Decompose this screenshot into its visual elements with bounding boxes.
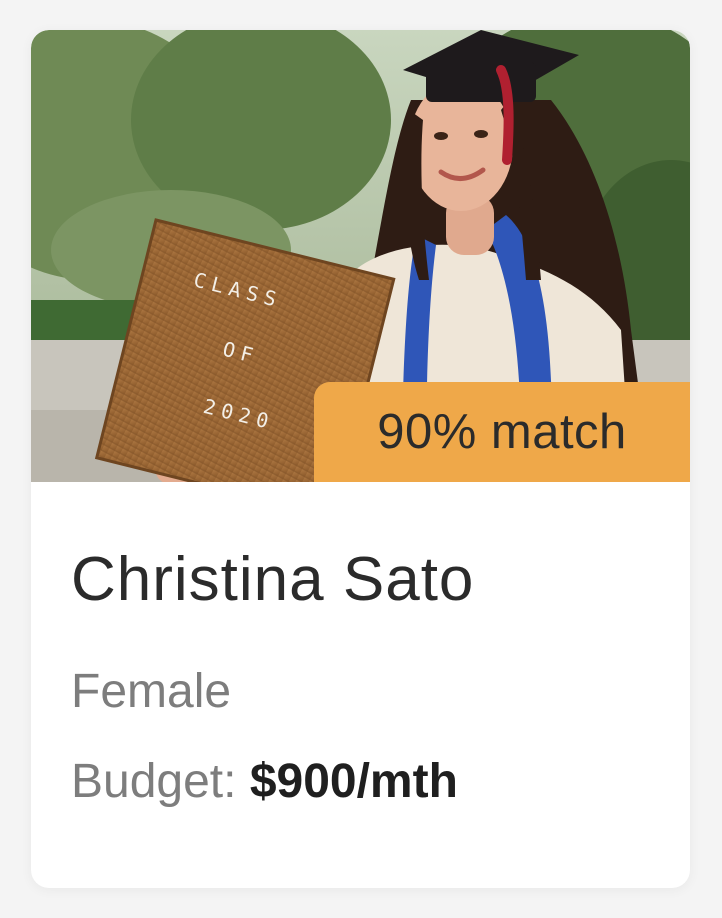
match-percentage-badge: 90% match [314, 382, 690, 482]
roommate-profile-card[interactable]: CLASS OF 2020 90% match Christina Sato F… [31, 30, 690, 888]
profile-name: Christina Sato [71, 545, 475, 614]
budget-label: Budget: [71, 755, 237, 808]
budget-value: $900/mth [249, 755, 458, 808]
match-label: 90% match [377, 405, 627, 459]
profile-budget: Budget: $900/mth [71, 754, 458, 809]
profile-gender: Female [71, 665, 232, 718]
